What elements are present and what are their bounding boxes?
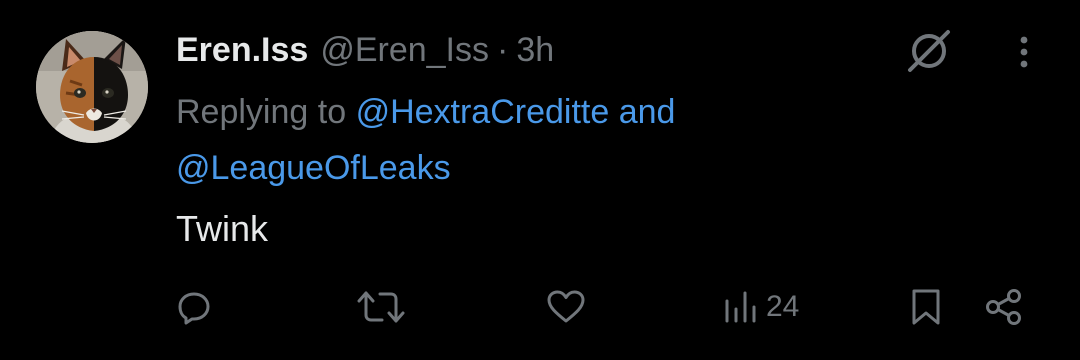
like-button[interactable] (546, 282, 586, 332)
share-icon (986, 289, 1021, 325)
avatar[interactable] (36, 31, 148, 143)
bookmark-icon (912, 289, 940, 325)
mention-link[interactable]: @HextraCreditte (356, 93, 610, 131)
reply-button[interactable] (176, 282, 212, 332)
bookmark-button[interactable] (909, 282, 943, 332)
replying-prefix: Replying to (176, 93, 347, 131)
display-name[interactable]: Eren.Iss (176, 27, 308, 73)
share-button[interactable] (984, 282, 1024, 332)
more-options-icon[interactable] (1006, 32, 1042, 72)
separator-dot: · (497, 31, 509, 69)
heart-icon (547, 290, 585, 323)
views-bar-chart-icon (725, 291, 756, 323)
tweet-text: Twink (176, 208, 269, 249)
views-button[interactable]: 24 (722, 282, 799, 332)
views-count: 24 (766, 290, 800, 323)
reply-icon (178, 292, 210, 325)
mention-link[interactable]: @LeagueOfLeaks (176, 149, 451, 187)
avatar-image (36, 31, 148, 143)
timestamp[interactable]: 3h (516, 27, 554, 73)
retweet-icon (357, 291, 405, 323)
tweet-header: Eren.Iss @Eren_Iss · 3h (176, 27, 554, 73)
tweet-card[interactable]: Eren.Iss @Eren_Iss · 3h Replying to @Hex… (0, 0, 1080, 360)
retweet-button[interactable] (356, 282, 406, 332)
action-bar: 24 (0, 282, 1080, 332)
mention-conjunction[interactable]: and (619, 93, 676, 131)
user-handle[interactable]: @Eren_Iss (320, 27, 489, 73)
replying-to: Replying to @HextraCreditte and @LeagueO… (176, 84, 936, 196)
grok-icon[interactable] (904, 26, 954, 76)
